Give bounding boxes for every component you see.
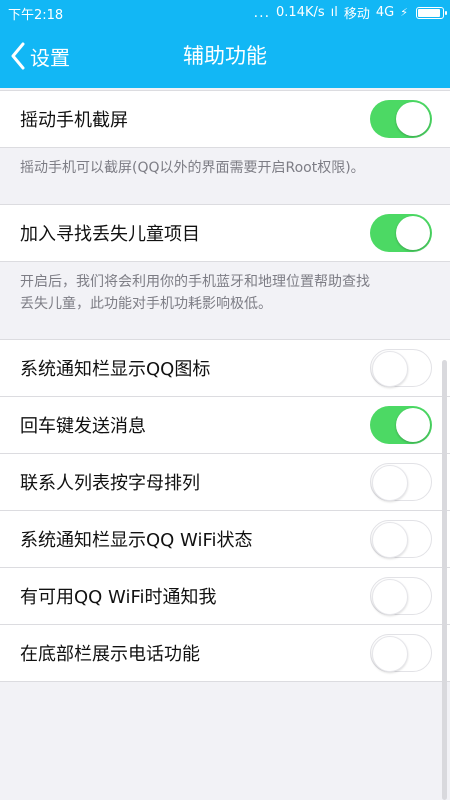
setting-row-enter-send[interactable]: 回车键发送消息 <box>0 397 450 453</box>
charging-icon: ⚡ <box>400 6 408 19</box>
qq-wifi-status-toggle[interactable] <box>370 520 432 558</box>
scrollbar[interactable] <box>442 360 447 800</box>
setting-row-find-children[interactable]: 加入寻找丢失儿童项目 <box>0 205 450 261</box>
setting-row-alphabetical[interactable]: 联系人列表按字母排列 <box>0 454 450 510</box>
carrier-name: 移动 <box>343 7 370 22</box>
title-bar: 设置 辅助功能 <box>0 24 450 88</box>
setting-row-wifi-notify[interactable]: 有可用QQ WiFi时通知我 <box>0 568 450 624</box>
page-title: 辅助功能 <box>183 44 267 68</box>
setting-row-shake-screenshot[interactable]: 摇动手机截屏 <box>0 91 450 147</box>
settings-content: 摇动手机截屏 摇动手机可以截屏(QQ以外的界面需要开启Root权限)。 加入寻找… <box>0 88 450 800</box>
status-bar: 下午2:18 ... 0.14K/s ıl 移动 4G ⚡ <box>0 0 450 24</box>
shake-screenshot-hint: 摇动手机可以截屏(QQ以外的界面需要开启Root权限)。 <box>20 160 365 176</box>
signal-icon: ıl <box>330 5 338 20</box>
divider <box>0 147 450 148</box>
alphabetical-toggle[interactable] <box>370 463 432 501</box>
find-children-toggle[interactable] <box>370 214 432 252</box>
setting-row-phone-tab[interactable]: 在底部栏展示电话功能 <box>0 625 450 681</box>
setting-row-qq-icon[interactable]: 系统通知栏显示QQ图标 <box>0 340 450 396</box>
phone-tab-toggle[interactable] <box>370 634 432 672</box>
hint-line: 开启后，我们将会利用你的手机蓝牙和地理位置帮助查找 <box>20 274 370 290</box>
qq-icon-toggle[interactable] <box>370 349 432 387</box>
wifi-notify-toggle[interactable] <box>370 577 432 615</box>
shake-screenshot-toggle[interactable] <box>370 100 432 138</box>
status-indicators: ... 0.14K/s ıl 移动 4G ⚡ <box>253 3 447 22</box>
network-type: 4G <box>375 5 395 20</box>
battery-icon <box>416 6 447 19</box>
divider <box>0 261 450 262</box>
network-speed: 0.14K/s <box>276 5 325 20</box>
enter-send-toggle[interactable] <box>370 406 432 444</box>
divider <box>0 681 450 682</box>
status-time: 下午2:18 <box>8 8 64 23</box>
notification-dots: ... <box>253 4 271 21</box>
setting-row-qq-wifi-status[interactable]: 系统通知栏显示QQ WiFi状态 <box>0 511 450 567</box>
hint-line: 丢失儿童，此功能对手机功耗影响极低。 <box>20 296 272 312</box>
find-children-hint: 开启后，我们将会利用你的手机蓝牙和地理位置帮助查找 丢失儿童，此功能对手机功耗影… <box>20 271 430 315</box>
